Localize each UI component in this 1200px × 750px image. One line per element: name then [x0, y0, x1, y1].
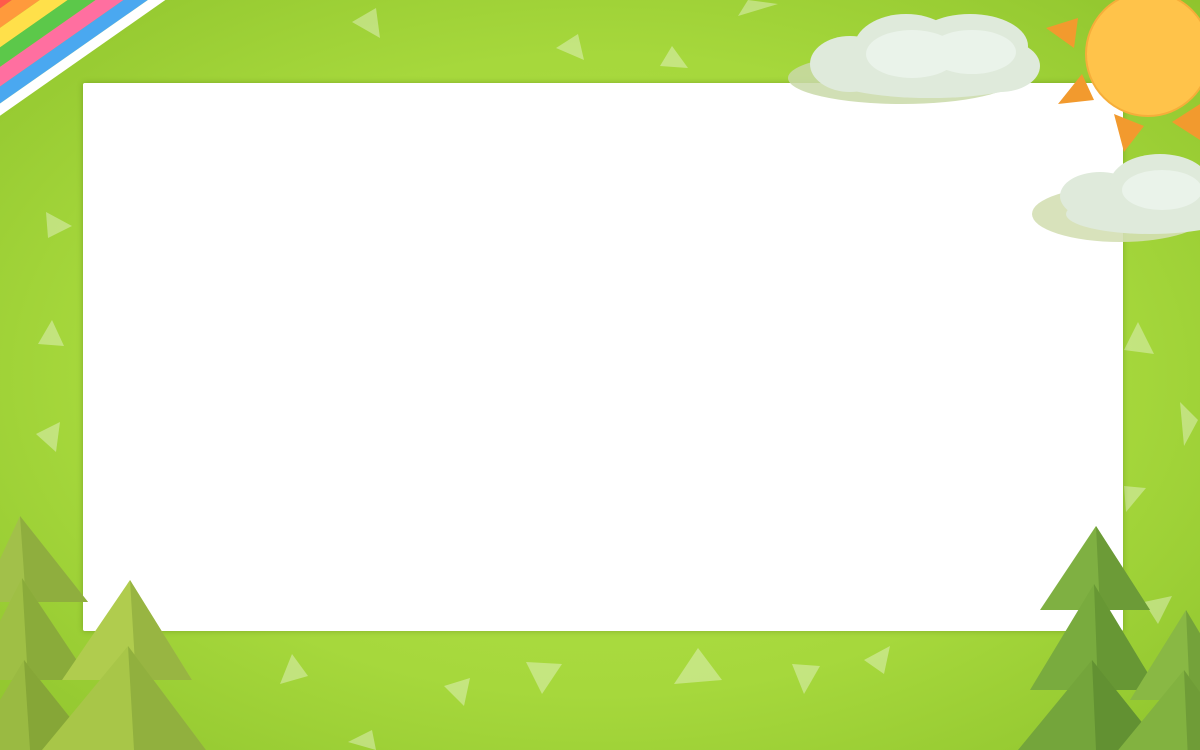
- content-panel: [83, 83, 1123, 631]
- triangle-confetti-icon: [38, 320, 64, 346]
- triangle-confetti-icon: [1124, 486, 1146, 512]
- triangle-confetti-icon: [864, 646, 890, 674]
- triangle-confetti-icon: [348, 730, 376, 750]
- triangle-confetti-icon: [1180, 402, 1198, 446]
- triangle-confetti-icon: [660, 46, 688, 68]
- triangle-confetti-icon: [1144, 596, 1172, 624]
- sun-ray: [1172, 104, 1200, 140]
- triangle-confetti-icon: [526, 662, 562, 694]
- triangle-confetti-icon: [556, 34, 584, 60]
- triangle-confetti-icon: [1124, 322, 1154, 354]
- triangle-confetti-icon: [674, 648, 722, 684]
- triangle-confetti-icon: [444, 678, 470, 706]
- nature-frame: [0, 0, 1200, 750]
- triangle-confetti-icon: [46, 212, 72, 238]
- triangle-confetti-icon: [792, 664, 820, 694]
- pine-tree-icon: [1118, 610, 1200, 750]
- pine-tree-icon: [0, 516, 96, 750]
- triangle-confetti-icon: [36, 422, 60, 452]
- triangle-confetti-icon: [738, 0, 778, 16]
- triangle-confetti-icon: [280, 654, 308, 684]
- triangle-confetti-icon: [352, 8, 380, 38]
- sun-ray: [1046, 18, 1078, 48]
